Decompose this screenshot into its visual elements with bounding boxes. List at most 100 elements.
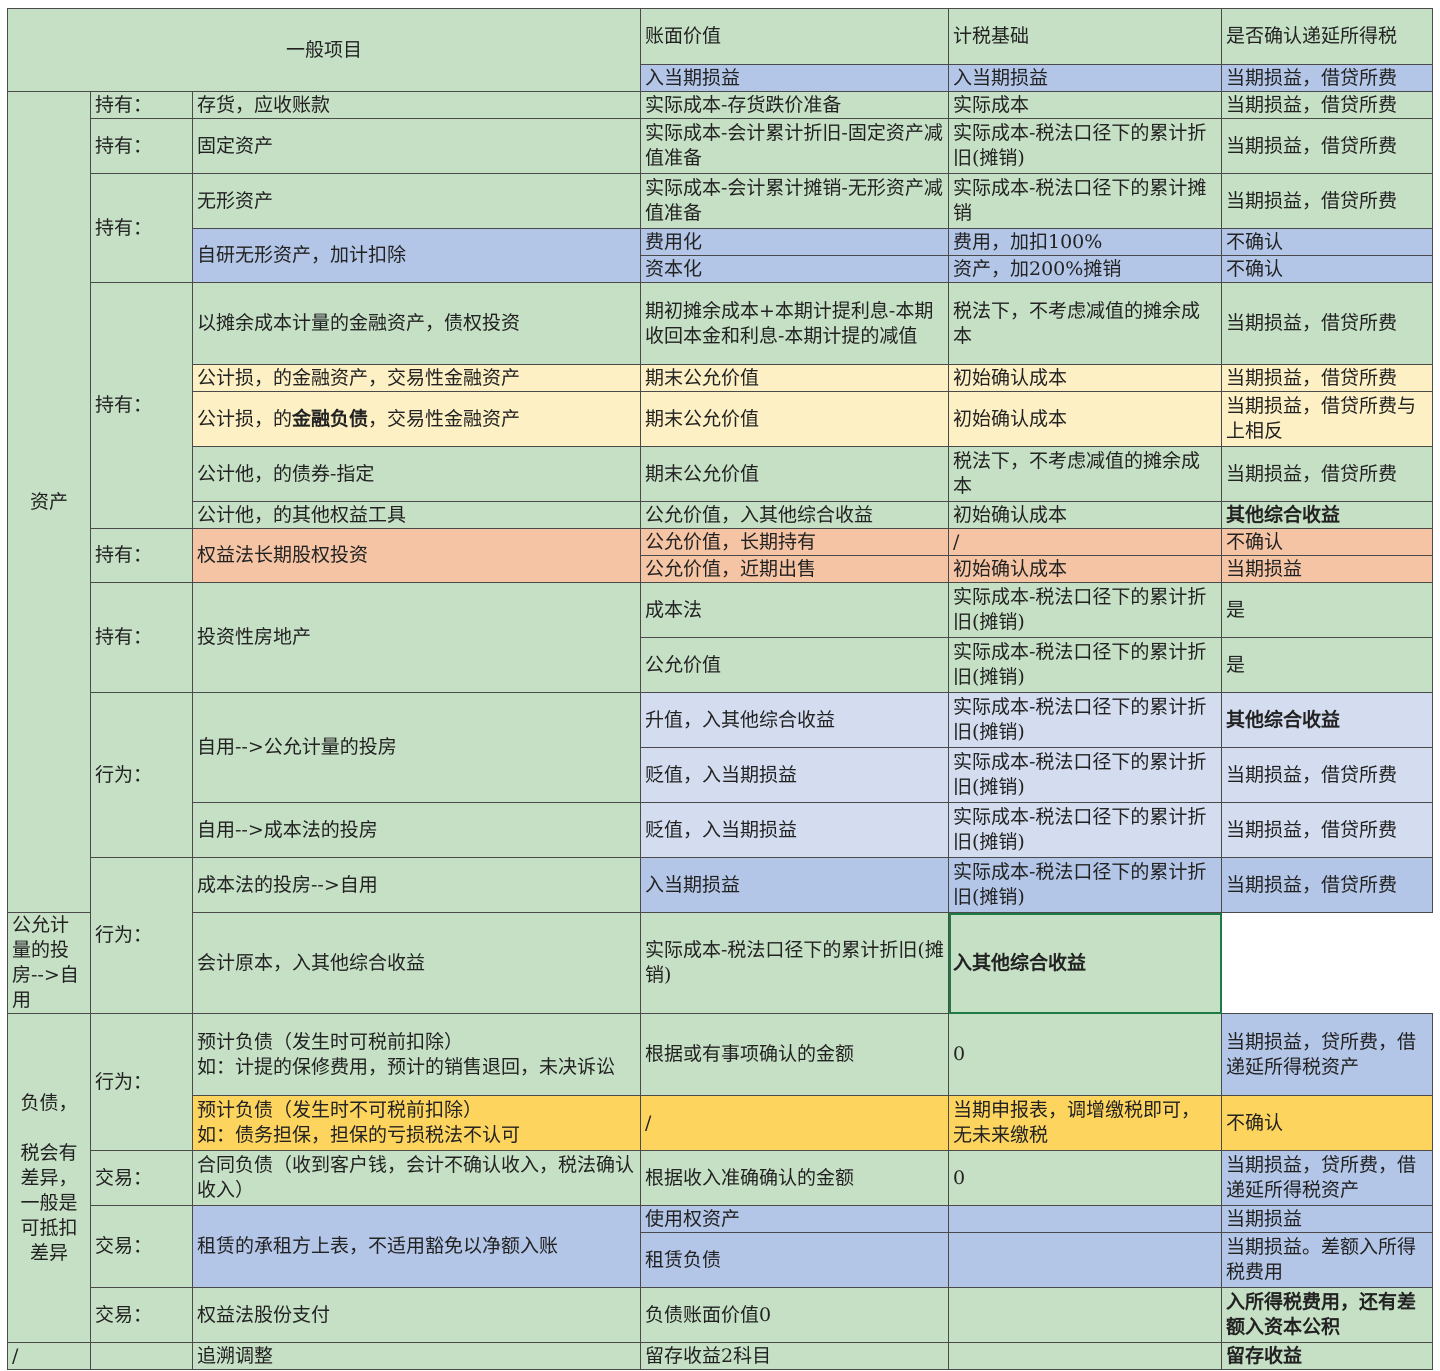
deferred-tax-cell[interactable]: 当期损益，贷所费，借递延所得税资产 <box>1221 1150 1433 1206</box>
item-cell[interactable]: 权益法股份支付 <box>192 1287 641 1343</box>
tax-basis-cell[interactable]: 初始确认成本 <box>948 501 1222 529</box>
item-cell[interactable]: 固定资产 <box>192 118 641 174</box>
header-general-items[interactable]: 一般项目 <box>7 8 641 92</box>
tax-basis-cell[interactable] <box>948 1342 1222 1370</box>
item-cell[interactable]: 公计他，的其他权益工具 <box>192 501 641 529</box>
tax-basis-cell[interactable]: 费用，加扣100% <box>948 228 1222 256</box>
row-label[interactable]: 交易： <box>90 1205 193 1288</box>
tax-basis-cell[interactable]: 税法下，不考虑减值的摊余成本 <box>948 446 1222 502</box>
deferred-tax-cell[interactable]: 当期损益，借贷所费 <box>1221 802 1433 858</box>
deferred-tax-cell[interactable]: 当期损益。差额入所得税费用 <box>1221 1232 1433 1288</box>
header-sub-deferred[interactable]: 当期损益，借贷所费 <box>1221 64 1433 92</box>
book-value-cell[interactable]: 贬值，入当期损益 <box>640 747 949 803</box>
item-cell[interactable]: 预计负债（发生时可税前扣除） 如：计提的保修费用，预计的销售退回，未决诉讼 <box>192 1013 641 1096</box>
book-value-cell[interactable]: 期末公允价值 <box>640 446 949 502</box>
book-value-cell[interactable]: 负债账面价值0 <box>640 1287 949 1343</box>
item-cell[interactable]: 公计损，的金融资产，交易性金融资产 <box>192 364 641 392</box>
item-cell[interactable]: 以摊余成本计量的金融资产，债权投资 <box>192 282 641 365</box>
deferred-tax-cell[interactable]: 当期损益，借贷所费 <box>1221 173 1433 229</box>
deferred-tax-cell[interactable]: 其他综合收益 <box>1221 692 1433 748</box>
deferred-tax-cell[interactable]: 是 <box>1221 637 1433 693</box>
book-value-cell[interactable]: 实际成本-存货跌价准备 <box>640 91 949 119</box>
item-cell[interactable]: 成本法的投房-->自用 <box>192 857 641 913</box>
tax-basis-cell[interactable]: 初始确认成本 <box>948 391 1222 447</box>
row-label[interactable]: 交易： <box>90 1287 193 1343</box>
item-cell[interactable]: 租赁的承租方上表，不适用豁免以净额入账 <box>192 1205 641 1288</box>
tax-basis-cell[interactable]: 实际成本-税法口径下的累计摊销 <box>948 173 1222 229</box>
row-label[interactable]: 持有： <box>90 282 193 529</box>
row-label[interactable]: 持有： <box>90 118 193 174</box>
book-value-cell[interactable]: 根据收入准确确认的金额 <box>640 1150 949 1206</box>
book-value-cell[interactable]: 租赁负债 <box>640 1232 949 1288</box>
deferred-tax-cell[interactable]: 当期损益，借贷所费 <box>1221 91 1433 119</box>
row-label[interactable]: 行为： <box>90 1013 193 1151</box>
item-cell[interactable]: 权益法长期股权投资 <box>192 528 641 583</box>
item-cell[interactable]: 公计他，的债券-指定 <box>192 446 641 502</box>
header-deferred-tax[interactable]: 是否确认递延所得税 <box>1221 8 1433 65</box>
item-cell[interactable]: 预计负债（发生时不可税前扣除） 如：债务担保，担保的亏损税法不认可 <box>192 1095 641 1151</box>
tax-basis-cell[interactable]: 实际成本-税法口径下的累计折旧(摊销) <box>948 637 1222 693</box>
tax-basis-cell[interactable]: 0 <box>948 1150 1222 1206</box>
deferred-tax-cell[interactable]: 当期损益，借贷所费 <box>1221 282 1433 365</box>
deferred-tax-cell[interactable]: 其他综合收益 <box>1221 501 1433 529</box>
tax-basis-cell[interactable]: 实际成本-税法口径下的累计折旧(摊销) <box>948 802 1222 858</box>
book-value-cell[interactable]: 留存收益2科目 <box>640 1342 949 1370</box>
book-value-cell[interactable]: 实际成本-会计累计摊销-无形资产减值准备 <box>640 173 949 229</box>
deferred-tax-cell[interactable]: 不确认 <box>1221 255 1433 283</box>
row-label[interactable]: 行为： <box>90 857 193 1014</box>
book-value-cell[interactable]: 期初摊余成本+本期计提利息-本期收回本金和利息-本期计提的减值 <box>640 282 949 365</box>
book-value-cell[interactable]: 公允价值，长期持有 <box>640 528 949 556</box>
item-cell[interactable]: 存货，应收账款 <box>192 91 641 119</box>
book-value-cell[interactable]: 贬值，入当期损益 <box>640 802 949 858</box>
tax-basis-cell[interactable]: 资产，加200%摊销 <box>948 255 1222 283</box>
row-label[interactable] <box>90 1342 193 1370</box>
tax-basis-cell[interactable]: 实际成本 <box>948 91 1222 119</box>
row-label[interactable]: 交易： <box>90 1150 193 1206</box>
header-sub-tax[interactable]: 入当期损益 <box>948 64 1222 92</box>
row-label[interactable]: 行为： <box>90 692 193 858</box>
deferred-tax-cell[interactable]: 当期损益 <box>1221 555 1433 583</box>
header-sub-book[interactable]: 入当期损益 <box>640 64 949 92</box>
deferred-tax-cell[interactable]: 当期损益，借贷所费 <box>1221 747 1433 803</box>
category-slash[interactable]: / <box>7 1342 91 1370</box>
deferred-tax-cell[interactable]: 是 <box>1221 582 1433 638</box>
book-value-cell[interactable]: / <box>640 1095 949 1151</box>
deferred-tax-cell[interactable]: 不确认 <box>1221 528 1433 556</box>
row-label[interactable]: 持有： <box>90 173 193 283</box>
tax-basis-cell[interactable] <box>948 1232 1222 1288</box>
deferred-tax-cell-selected[interactable]: 入其他综合收益 <box>948 912 1222 1014</box>
book-value-cell[interactable]: 期末公允价值 <box>640 364 949 392</box>
deferred-tax-cell[interactable]: 当期损益，借贷所费 <box>1221 446 1433 502</box>
category-assets[interactable]: 资产 <box>7 91 91 913</box>
book-value-cell[interactable]: 资本化 <box>640 255 949 283</box>
header-book-value[interactable]: 账面价值 <box>640 8 949 65</box>
deferred-tax-cell[interactable]: 不确认 <box>1221 1095 1433 1151</box>
deferred-tax-cell[interactable]: 不确认 <box>1221 228 1433 256</box>
item-cell[interactable]: 自用-->成本法的投房 <box>192 802 641 858</box>
deferred-tax-cell[interactable]: 当期损益 <box>1221 1205 1433 1233</box>
tax-basis-cell[interactable]: 实际成本-税法口径下的累计折旧(摊销) <box>948 747 1222 803</box>
item-cell[interactable]: 自用-->公允计量的投房 <box>192 692 641 803</box>
row-label[interactable]: 持有： <box>90 91 193 119</box>
row-label[interactable]: 持有： <box>90 528 193 583</box>
tax-basis-cell[interactable] <box>948 1287 1222 1343</box>
book-value-cell[interactable]: 实际成本-会计累计折旧-固定资产减值准备 <box>640 118 949 174</box>
book-value-cell[interactable]: 公允价值，入其他综合收益 <box>640 501 949 529</box>
tax-basis-cell[interactable]: 实际成本-税法口径下的累计折旧(摊销) <box>948 692 1222 748</box>
item-cell[interactable]: 追溯调整 <box>192 1342 641 1370</box>
book-value-cell[interactable]: 根据或有事项确认的金额 <box>640 1013 949 1096</box>
book-value-cell[interactable]: 公允价值，近期出售 <box>640 555 949 583</box>
tax-basis-cell[interactable]: 实际成本-税法口径下的累计折旧(摊销) <box>948 582 1222 638</box>
tax-basis-cell[interactable]: 税法下，不考虑减值的摊余成本 <box>948 282 1222 365</box>
tax-basis-cell[interactable]: / <box>948 528 1222 556</box>
item-cell[interactable]: 合同负债（收到客户钱，会计不确认收入，税法确认收入） <box>192 1150 641 1206</box>
header-tax-basis[interactable]: 计税基础 <box>948 8 1222 65</box>
tax-basis-cell[interactable] <box>948 1205 1222 1233</box>
book-value-cell[interactable]: 入当期损益 <box>640 857 949 913</box>
tax-basis-cell[interactable]: 实际成本-税法口径下的累计折旧(摊销) <box>640 912 949 1014</box>
deferred-tax-cell[interactable]: 当期损益，借贷所费 <box>1221 857 1433 913</box>
item-cell[interactable]: 自研无形资产，加计扣除 <box>192 228 641 283</box>
item-cell[interactable]: 投资性房地产 <box>192 582 641 693</box>
row-label[interactable]: 持有： <box>90 582 193 693</box>
book-value-cell[interactable]: 使用权资产 <box>640 1205 949 1233</box>
